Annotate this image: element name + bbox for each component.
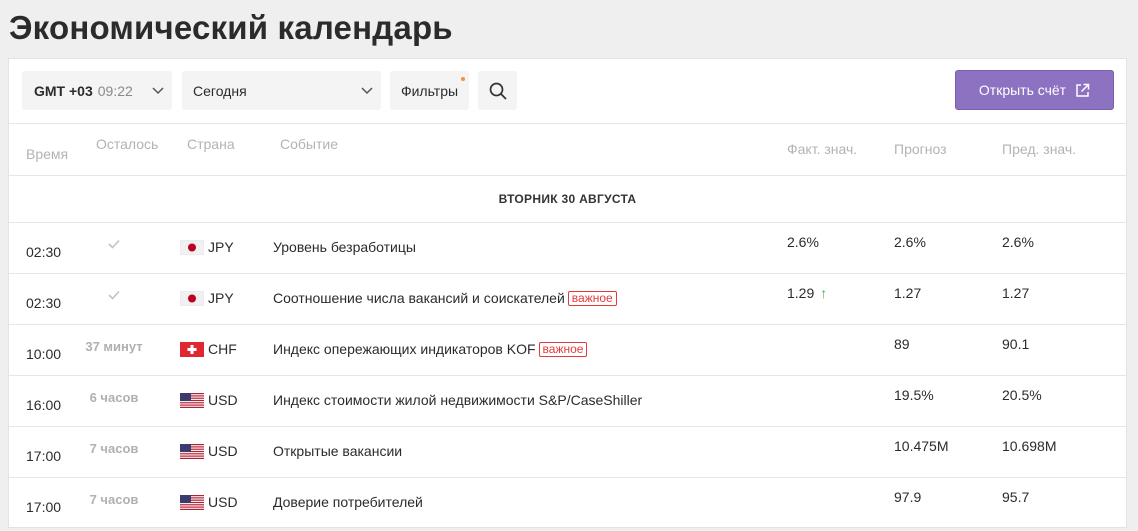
table-row[interactable]: 02:30 JPY Соотношение числа вакансий и сои… (9, 274, 1126, 325)
event-name: Индекс стоимости жилой недвижимости S&P/… (273, 392, 643, 408)
forecast-value: 1.27 (894, 285, 922, 301)
date-select-value: Сегодня (193, 82, 247, 99)
event-name-cell[interactable]: Уровень безработицы (273, 239, 416, 255)
table-header: Время Осталось Страна Событие Факт. знач… (9, 124, 1126, 176)
header-time: Время (26, 146, 69, 162)
time-remaining: 37 минут (85, 339, 143, 354)
event-time: 16:00 (26, 397, 62, 413)
timezone-time: 09:22 (97, 82, 133, 99)
calendar-card: GMT +03 09:22 Сегодня Фильтры Открыть сч… (8, 58, 1127, 528)
check-icon (108, 239, 120, 249)
open-account-label: Открыть счёт (978, 82, 1067, 98)
currency-code: USD (208, 392, 238, 408)
header-forecast: Прогноз (894, 141, 947, 157)
time-remaining: 6 часов (89, 390, 139, 405)
table-row[interactable]: 16:00 6 часов USD Индекс стоимости жилой не… (9, 376, 1126, 427)
page-title: Экономический календарь (9, 9, 453, 46)
header-event: Событие (280, 136, 338, 152)
table-row[interactable]: 02:30 JPY Уровень безработицы 2.6% 2.6% 2.6% (9, 223, 1126, 274)
header-country: Страна (187, 136, 235, 152)
event-time: 02:30 (26, 244, 62, 260)
chevron-down-icon (361, 87, 373, 95)
important-badge: важное (567, 291, 617, 306)
us-flag-icon (180, 444, 204, 459)
ch-flag-icon (180, 342, 204, 357)
filters-button[interactable]: Фильтры (390, 71, 469, 110)
previous-value: 20.5% (1002, 387, 1042, 403)
currency-code: CHF (208, 341, 237, 357)
event-name-cell[interactable]: Индекс опережающих индикаторов KOF важное (273, 341, 588, 357)
previous-value: 2.6% (1002, 234, 1034, 250)
actual-value-cell: 2.6% (787, 234, 819, 250)
chevron-down-icon (152, 87, 164, 95)
important-badge: важное (538, 342, 588, 357)
actual-value-cell: 1.29 ↑ (787, 285, 827, 301)
search-button[interactable] (478, 71, 517, 110)
currency-code: JPY (208, 239, 234, 255)
table-row[interactable]: 10:00 37 минут CHF Индекс опережающих индик… (9, 325, 1126, 376)
forecast-value: 10.475M (894, 438, 949, 454)
actual-value: 1.29 (787, 285, 815, 301)
previous-value: 90.1 (1002, 336, 1030, 352)
filters-label: Фильтры (400, 82, 459, 99)
previous-value: 10.698M (1002, 438, 1057, 454)
actual-value: 2.6% (787, 234, 819, 250)
us-flag-icon (180, 393, 204, 408)
table-row[interactable]: 17:00 7 часов USD Доверие потребителей 97.9 9… (9, 478, 1126, 527)
header-remaining: Осталось (96, 136, 159, 152)
event-name: Соотношение числа вакансий и соискателей (273, 290, 565, 306)
currency-code: USD (208, 494, 238, 510)
search-icon (489, 82, 507, 100)
event-name: Открытые вакансии (273, 443, 403, 459)
previous-value: 95.7 (1002, 489, 1030, 505)
us-flag-icon (180, 495, 204, 510)
event-name-cell[interactable]: Соотношение числа вакансий и соискателей… (273, 290, 617, 306)
timezone-select[interactable]: GMT +03 09:22 (22, 71, 172, 110)
event-time: 10:00 (26, 346, 62, 362)
timezone-label: GMT +03 (34, 82, 93, 99)
previous-value: 1.27 (1002, 285, 1030, 301)
currency-code: JPY (208, 290, 234, 306)
header-previous: Пред. знач. (1002, 141, 1077, 157)
event-time: 02:30 (26, 295, 62, 311)
header-actual: Факт. знач. (787, 141, 858, 157)
open-account-button[interactable]: Открыть счёт (955, 70, 1114, 110)
forecast-value: 2.6% (894, 234, 926, 250)
filter-indicator-dot (461, 77, 465, 81)
toolbar: GMT +03 09:22 Сегодня Фильтры Открыть сч… (9, 59, 1126, 124)
jp-flag-icon (179, 290, 205, 307)
external-link-icon (1076, 83, 1090, 97)
forecast-value: 97.9 (894, 489, 922, 505)
currency-code: USD (208, 443, 238, 459)
event-name: Индекс опережающих индикаторов KOF (273, 341, 536, 357)
event-name: Уровень безработицы (273, 239, 416, 255)
date-group-header: ВТОРНИК 30 АВГУСТА (9, 176, 1126, 223)
time-remaining: 7 часов (89, 492, 139, 507)
event-name: Доверие потребителей (273, 494, 423, 510)
time-remaining: 7 часов (89, 441, 139, 456)
event-time: 17:00 (26, 499, 62, 515)
event-time: 17:00 (26, 448, 62, 464)
event-name-cell[interactable]: Доверие потребителей (273, 494, 423, 510)
event-name-cell[interactable]: Открытые вакансии (273, 443, 402, 459)
forecast-value: 89 (894, 336, 910, 352)
check-icon (108, 290, 120, 300)
events-list: 02:30 JPY Уровень безработицы 2.6% 2.6% 2.6% 0… (9, 223, 1126, 527)
jp-flag-icon (179, 239, 205, 256)
date-select[interactable]: Сегодня (182, 71, 381, 110)
forecast-value: 19.5% (894, 387, 934, 403)
arrow-up-icon: ↑ (820, 285, 828, 301)
table-row[interactable]: 17:00 7 часов USD Открытые вакансии 10.475M 1… (9, 427, 1126, 478)
event-name-cell[interactable]: Индекс стоимости жилой недвижимости S&P/… (273, 392, 642, 408)
